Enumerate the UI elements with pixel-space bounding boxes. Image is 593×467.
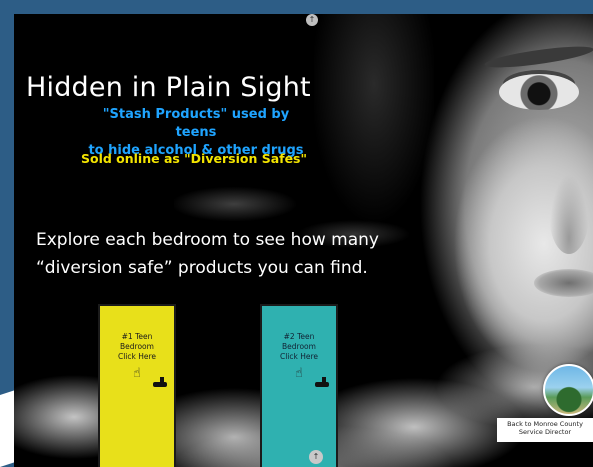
bedroom-2-door-button[interactable]: #2 Teen Bedroom Click Here ☝ [260, 304, 338, 467]
door-handle-icon [315, 377, 329, 387]
portrait-nose [549, 174, 589, 254]
slide-canvas: ↑ Hidden in Plain Sight "Stash Products"… [14, 14, 593, 467]
page-title: Hidden in Plain Sight [26, 72, 311, 103]
back-to-directory-link[interactable]: Back to Monroe County Service Director [497, 418, 593, 442]
subtitle-line-1: "Stash Products" used by teens [102, 107, 290, 140]
pointing-hand-icon: ☝ [133, 366, 141, 381]
portrait-eye [499, 74, 579, 110]
bedroom-1-label: #1 Teen Bedroom Click Here [117, 332, 157, 361]
bedroom-2-label: #2 Teen Bedroom Click Here [279, 332, 319, 361]
door-handle-icon [153, 377, 167, 387]
instructions-line-2: “diversion safe” products you can find. [36, 258, 368, 278]
scroll-up-icon[interactable]: ↑ [306, 14, 318, 26]
bedroom-1-door-button[interactable]: #1 Teen Bedroom Click Here ☝ [98, 304, 176, 467]
scroll-up-icon[interactable]: ↑ [309, 450, 323, 464]
instructions-line-1: Explore each bedroom to see how many [36, 230, 379, 250]
county-logo-icon[interactable] [543, 364, 593, 416]
sold-online-text: Sold online as "Diversion Safes" [80, 151, 308, 166]
instructions-text: Explore each bedroom to see how many “di… [36, 226, 416, 282]
pointing-hand-icon: ☝ [295, 366, 303, 381]
